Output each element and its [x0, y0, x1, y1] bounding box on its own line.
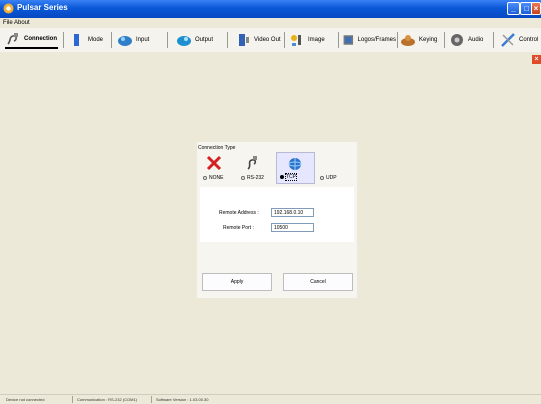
radio-label: UDP: [326, 175, 337, 181]
connection-type-title: Connection Type: [198, 145, 236, 151]
radio-dot[interactable]: [241, 176, 245, 180]
tab-audio[interactable]: Audio: [449, 31, 489, 49]
tab-mode[interactable]: Mode: [69, 31, 104, 49]
rs232-icon: [247, 156, 257, 170]
tab-label: Mode: [88, 37, 104, 43]
radio-rs232: RS-232: [241, 175, 264, 181]
connection-option-udp[interactable]: UDP: [317, 152, 354, 184]
tab-output[interactable]: Output: [176, 31, 222, 49]
toolbar-separator: [227, 32, 228, 48]
tab-label: Control: [519, 37, 539, 43]
remote-port-label: Remote Port :: [223, 225, 254, 231]
radio-label: TCP: [285, 173, 297, 181]
input-icon: [118, 36, 132, 46]
tcp-icon: [288, 158, 302, 170]
tab-label: Output: [195, 37, 214, 43]
menu-about[interactable]: About: [14, 20, 30, 26]
toolbar-separator: [167, 32, 168, 48]
remote-port-input[interactable]: 10500: [271, 223, 314, 232]
tab-control[interactable]: Control: [500, 31, 541, 49]
radio-dot[interactable]: [280, 175, 284, 179]
toolbar-separator: [338, 32, 339, 48]
tab-input[interactable]: Input: [117, 31, 162, 49]
tab-label: Connection: [24, 36, 57, 42]
main-toolbar: Connection Mode Input Output Video Out I…: [0, 28, 541, 53]
toolbar-separator: [284, 32, 285, 48]
audio-icon: [451, 34, 463, 46]
toolbar-separator: [63, 32, 64, 48]
toolbar-separator: [111, 32, 112, 48]
radio-tcp: TCP: [280, 173, 297, 181]
tab-label: Image: [308, 37, 325, 43]
tab-logos-frames[interactable]: Logos/Frames: [342, 31, 396, 49]
status-device: Device not connected: [6, 397, 45, 402]
connection-icon: [7, 33, 18, 45]
minimize-button[interactable]: _: [507, 2, 520, 15]
tab-video-out[interactable]: Video Out: [235, 31, 281, 49]
keying-icon: [401, 35, 415, 46]
window-title: Pulsar Series: [17, 3, 68, 12]
radio-udp: UDP: [320, 175, 337, 181]
title-bar[interactable]: Pulsar Series _ □ ×: [0, 0, 541, 18]
status-software-version: Software Version : 1.03.00.30: [156, 397, 209, 402]
connection-option-tcp[interactable]: TCP: [276, 152, 315, 184]
none-x-icon: [206, 155, 222, 171]
menu-file[interactable]: File: [3, 20, 13, 26]
radio-dot[interactable]: [320, 176, 324, 180]
tab-keying[interactable]: Keying: [400, 31, 442, 49]
tab-connection[interactable]: Connection: [5, 31, 58, 49]
status-separator: [151, 396, 152, 403]
mode-icon: [74, 34, 79, 46]
toolbar-separator: [444, 32, 445, 48]
application-window: Pulsar Series _ □ × File About Connectio…: [0, 0, 541, 404]
app-icon: [3, 3, 14, 14]
address-settings-box: Remote Address : 192.168.0.10 Remote Por…: [200, 187, 354, 242]
close-panel-icon[interactable]: ×: [532, 55, 541, 64]
menu-bar: File About: [0, 18, 541, 28]
radio-dot[interactable]: [203, 176, 207, 180]
control-icon: [501, 33, 515, 47]
radio-none: NONE: [203, 175, 223, 181]
tab-label: Input: [136, 37, 150, 43]
tab-label: Logos/Frames: [357, 37, 396, 43]
remote-address-label: Remote Address :: [219, 210, 259, 216]
connection-option-rs232[interactable]: RS-232: [238, 152, 275, 184]
tab-image[interactable]: Image: [289, 31, 332, 49]
status-communication: Communication : RS-232 (COM1): [77, 397, 138, 402]
video-out-icon: [239, 34, 249, 46]
tab-label: Keying: [419, 37, 438, 43]
tab-label: Audio: [468, 37, 484, 43]
tab-label: Video Out: [254, 37, 281, 43]
logos-frames-icon: [343, 35, 354, 45]
apply-button[interactable]: Apply: [202, 273, 272, 291]
toolbar-separator: [493, 32, 494, 48]
close-button[interactable]: ×: [531, 2, 541, 15]
toolbar-separator: [397, 32, 398, 48]
connection-type-group: NONE RS-232 TCP UDP: [200, 152, 354, 184]
remote-address-input[interactable]: 192.168.0.10: [271, 208, 314, 217]
cancel-button[interactable]: Cancel: [283, 273, 353, 291]
status-separator: [72, 396, 73, 403]
image-icon: [291, 35, 301, 46]
output-icon: [177, 36, 191, 46]
radio-label: NONE: [209, 175, 224, 181]
connection-option-none[interactable]: NONE: [200, 152, 237, 184]
radio-label: RS-232: [247, 175, 264, 181]
